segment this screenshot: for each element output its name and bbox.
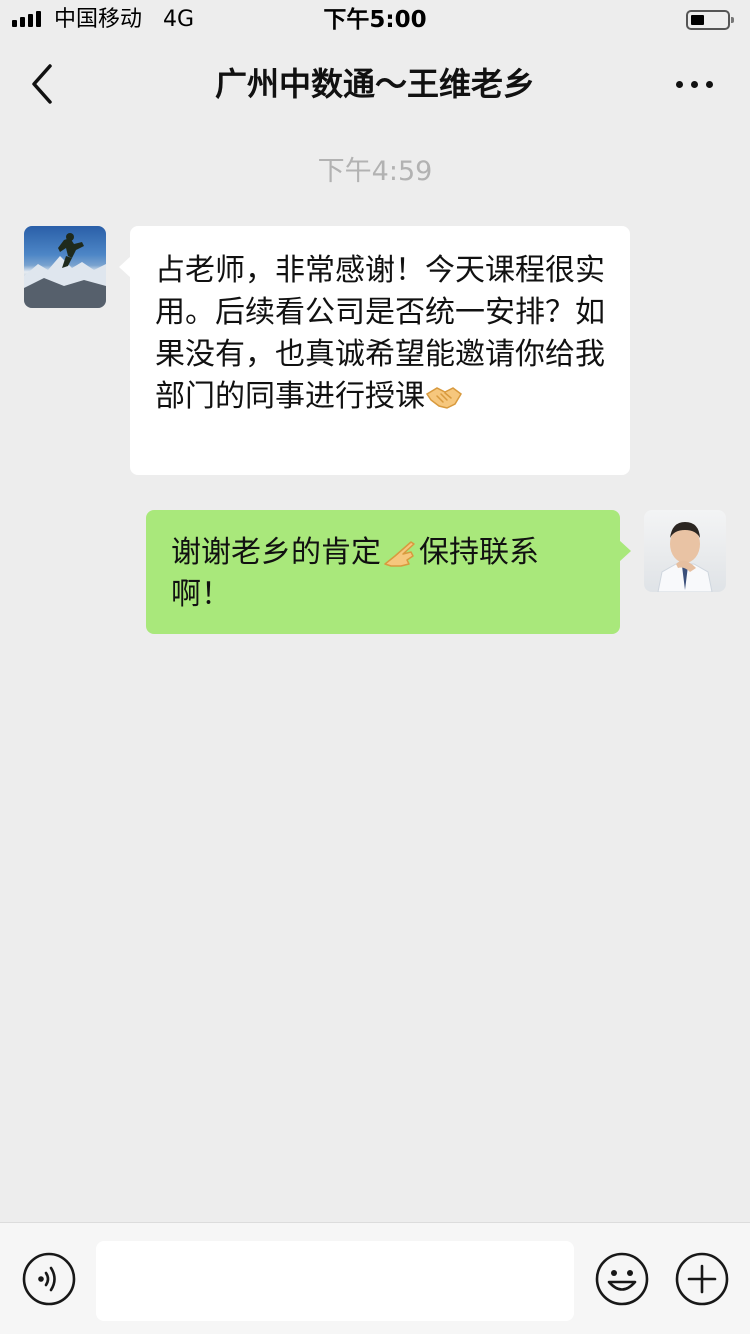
message-timestamp: 下午4:59 xyxy=(317,156,433,187)
input-bar xyxy=(0,1222,750,1334)
more-button[interactable] xyxy=(670,68,720,100)
outgoing-message-text-start: 谢谢老乡的肯定 xyxy=(171,535,381,570)
status-bar: 中国移动 4G 下午5:00 xyxy=(0,0,750,40)
plus-circle-icon xyxy=(675,1252,729,1306)
status-time: 下午5:00 xyxy=(323,7,427,33)
chevron-left-icon xyxy=(32,64,52,104)
voice-button[interactable] xyxy=(21,1251,77,1307)
incoming-message-text: 占老师，非常感谢！今天课程很实用。后续看公司是否统一安排？如果没有，也真诚希望能… xyxy=(155,253,605,414)
back-button[interactable] xyxy=(24,60,64,108)
outgoing-message-bubble[interactable]: 谢谢老乡的肯定 保持联系啊！ xyxy=(146,510,631,634)
contact-avatar[interactable] xyxy=(24,226,106,308)
battery-level xyxy=(691,15,704,25)
incoming-message-bubble[interactable]: 占老师，非常感谢！今天课程很实用。后续看公司是否统一安排？如果没有，也真诚希望能… xyxy=(119,226,630,475)
avatar-photo-portrait xyxy=(657,522,713,592)
handshake-emoji xyxy=(425,387,462,409)
message-input[interactable] xyxy=(96,1241,574,1321)
nav-bar: 广州中数通～王维老乡 xyxy=(0,40,750,128)
voice-icon xyxy=(22,1252,76,1306)
chat-screen: 中国移动 4G 下午5:00 广州中数通～王维老乡 下午4:59 占老师，非常感… xyxy=(0,0,750,1334)
more-functions-button[interactable] xyxy=(674,1251,730,1307)
my-avatar[interactable] xyxy=(644,510,726,592)
emoji-button[interactable] xyxy=(594,1251,650,1307)
pointing-hand-emoji xyxy=(384,541,415,567)
avatar-photo-mountain xyxy=(24,233,106,308)
smiley-icon xyxy=(595,1252,649,1306)
chat-title: 广州中数通～王维老乡 xyxy=(214,65,535,103)
battery-icon xyxy=(686,10,734,30)
